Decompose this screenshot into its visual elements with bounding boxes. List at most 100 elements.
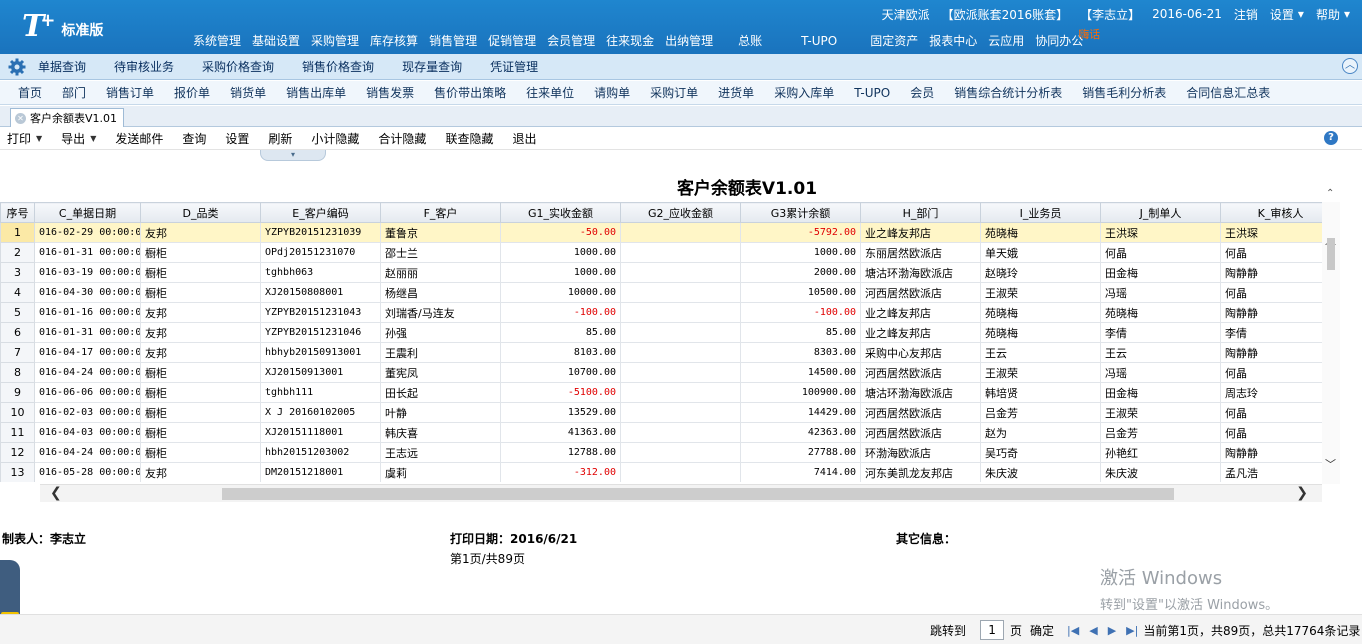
quick-tab[interactable]: 采购入库单 (774, 84, 834, 101)
table-row[interactable]: 1 016-02-29 00:00:00 友邦 YZPYB20151231039 董鲁京… (0, 222, 1322, 243)
menu-item[interactable]: 销售管理 (429, 33, 488, 49)
query-bar-item[interactable]: 单据查询 (38, 58, 86, 75)
action-button[interactable]: 退出 (512, 130, 536, 147)
last-page-icon[interactable]: ▶| (1126, 624, 1138, 637)
quick-tab[interactable]: 请购单 (594, 84, 630, 101)
scroll-down-arrow-icon[interactable]: ﹀ (1325, 456, 1336, 472)
scroll-left-icon[interactable]: ❮ (50, 485, 62, 501)
action-button[interactable]: 刷新 (268, 130, 292, 147)
column-header[interactable]: F_客户 (380, 202, 501, 223)
table-row[interactable]: 6 016-01-31 00:00:00 友邦 YZPYB20151231046 孙强 8… (0, 322, 1322, 343)
logout-link[interactable]: 注销 (1234, 6, 1258, 23)
column-header[interactable]: G2_应收金额 (620, 202, 741, 223)
vertical-scrollbar[interactable]: ⌃ ︿ ﹀ (1322, 188, 1340, 484)
table-row[interactable]: 4 016-04-30 00:00:00 橱柜 XJ20150808001 杨继昌 100… (0, 282, 1322, 303)
table-row[interactable]: 3 016-03-19 00:00:00 橱柜 tghbh063 赵丽丽 1000.00 2… (0, 262, 1322, 283)
confirm-button[interactable]: 确定 (1030, 622, 1054, 639)
menu-item[interactable]: 库存核算 (370, 33, 429, 49)
action-button[interactable]: 导出 ▼ (61, 130, 96, 147)
table-row[interactable]: 12 016-04-24 00:00:00 橱柜 hbh20151203002 王志远 1… (0, 442, 1322, 463)
scroll-right-icon[interactable]: ❯ (1296, 485, 1308, 501)
menu-item[interactable]: 协同办公 嗨话 (1035, 28, 1100, 49)
action-button[interactable]: 打印 ▼ (7, 130, 42, 147)
next-page-icon[interactable]: ▶ (1108, 624, 1116, 637)
column-header[interactable]: K_审核人 (1220, 202, 1322, 223)
menu-item[interactable]: 会员管理 (547, 33, 606, 49)
table-row[interactable]: 5 016-01-16 00:00:00 友邦 YZPYB20151231043 刘瑞香… (0, 302, 1322, 323)
table-cell: 王淑荣 (1100, 402, 1221, 423)
query-bar-item[interactable]: 凭证管理 (490, 58, 538, 75)
quick-tab[interactable]: 销售综合统计分析表 (954, 84, 1062, 101)
table-row[interactable]: 10 016-02-03 00:00:00 橱柜 X J 20160102005 叶静 1… (0, 402, 1322, 423)
quick-tab[interactable]: 进货单 (718, 84, 754, 101)
query-bar-item[interactable]: 现存量查询 (402, 58, 462, 75)
table-row[interactable]: 7 016-04-17 00:00:00 友邦 hbhyb20150913001 王震利… (0, 342, 1322, 363)
quick-tab[interactable]: 销售发票 (366, 84, 414, 101)
action-button[interactable]: 小计隐藏 (311, 130, 359, 147)
horizontal-scroll-thumb[interactable] (222, 488, 1174, 500)
menu-item[interactable]: 基础设置 (252, 33, 311, 49)
column-header[interactable]: E_客户编码 (260, 202, 381, 223)
menu-item[interactable]: 促销管理 (488, 33, 547, 49)
menu-item[interactable]: 报表中心 (929, 33, 988, 49)
action-button[interactable]: 合计隐藏 (378, 130, 426, 147)
action-button[interactable]: 联查隐藏 (445, 130, 493, 147)
action-button[interactable]: 查询 (182, 130, 206, 147)
menu-item[interactable]: 往来现金 (606, 33, 665, 49)
column-header[interactable]: D_品类 (140, 202, 261, 223)
first-page-icon[interactable]: |◀ (1067, 624, 1079, 637)
column-header[interactable]: C_单据日期 (34, 202, 141, 223)
help-icon[interactable]: ? (1324, 131, 1338, 145)
vertical-scroll-thumb[interactable] (1327, 238, 1335, 270)
query-bar-item[interactable]: 待审核业务 (114, 58, 174, 75)
menu-item[interactable]: 系统管理 (193, 33, 252, 49)
chevron-down-icon[interactable]: ▾ (260, 150, 326, 161)
table-row[interactable]: 9 016-06-06 00:00:00 橱柜 tghbh111 田长起 -5100.00… (0, 382, 1322, 403)
close-icon[interactable]: ✕ (15, 112, 26, 124)
chevron-up-icon[interactable]: ︿ (1342, 58, 1358, 74)
quick-tab[interactable]: 会员 (910, 84, 934, 101)
quick-tab[interactable]: 报价单 (174, 84, 210, 101)
table-row[interactable]: 8 016-04-24 00:00:00 橱柜 XJ20150913001 董宪凤 107… (0, 362, 1322, 383)
horizontal-scrollbar[interactable]: ❮ ❯ (40, 484, 1322, 502)
column-header[interactable]: G1_实收金额 (500, 202, 621, 223)
quick-tab[interactable]: 销售出库单 (286, 84, 346, 101)
menu-item[interactable]: 固定资产 (870, 33, 929, 49)
quick-tab[interactable]: 销售毛利分析表 (1082, 84, 1166, 101)
quick-tab[interactable]: 部门 (62, 84, 86, 101)
chevron-down-icon[interactable]: ▾ (1344, 7, 1350, 21)
column-header[interactable]: J_制单人 (1100, 202, 1221, 223)
query-bar-item[interactable]: 采购价格查询 (202, 58, 274, 75)
column-header[interactable]: H_部门 (860, 202, 981, 223)
quick-tab[interactable]: 首页 (18, 84, 42, 101)
chevron-down-icon[interactable]: ▾ (1298, 7, 1304, 21)
column-header[interactable]: G3累计余额 (740, 202, 861, 223)
tab-customer-balance[interactable]: ✕ 客户余额表V1.01 (10, 108, 125, 127)
scroll-up-icon[interactable]: ⌃ (1326, 188, 1334, 199)
prev-page-icon[interactable]: ◀ (1089, 624, 1097, 637)
query-bar-item[interactable]: 销售价格查询 (302, 58, 374, 75)
quick-tab[interactable]: 销货单 (230, 84, 266, 101)
menu-item[interactable]: 云应用 (988, 33, 1035, 49)
table-row[interactable]: 13 016-05-28 00:00:00 友邦 DM20151218001 虞莉 -31… (0, 462, 1322, 482)
gear-icon[interactable] (8, 58, 26, 76)
help-menu[interactable]: 帮助 (1316, 6, 1340, 23)
column-header[interactable]: I_业务员 (980, 202, 1101, 223)
menu-item[interactable]: 总账 (738, 33, 773, 49)
menu-item[interactable]: 出纳管理 (665, 33, 724, 49)
table-row[interactable]: 2 016-01-31 00:00:00 橱柜 OPdj20151231070 邵士兰 1… (0, 242, 1322, 263)
action-button[interactable]: 发送邮件 (115, 130, 163, 147)
quick-tab[interactable]: 往来单位 (526, 84, 574, 101)
quick-tab[interactable]: 售价带出策略 (434, 84, 506, 101)
table-row[interactable]: 11 016-04-03 00:00:00 橱柜 XJ20151118001 韩庆喜 41… (0, 422, 1322, 443)
quick-tab[interactable]: 合同信息汇总表 (1186, 84, 1270, 101)
quick-tab[interactable]: 采购订单 (650, 84, 698, 101)
menu-item[interactable]: T-UPO (801, 33, 848, 49)
page-number-input[interactable]: 1 (980, 620, 1005, 640)
quick-tab[interactable]: 销售订单 (106, 84, 154, 101)
settings-menu[interactable]: 设置 (1270, 6, 1294, 23)
column-header[interactable]: 序号 (0, 202, 35, 223)
action-button[interactable]: 设置 (225, 130, 249, 147)
quick-tab[interactable]: T-UPO (854, 86, 890, 100)
menu-item[interactable]: 采购管理 (311, 33, 370, 49)
